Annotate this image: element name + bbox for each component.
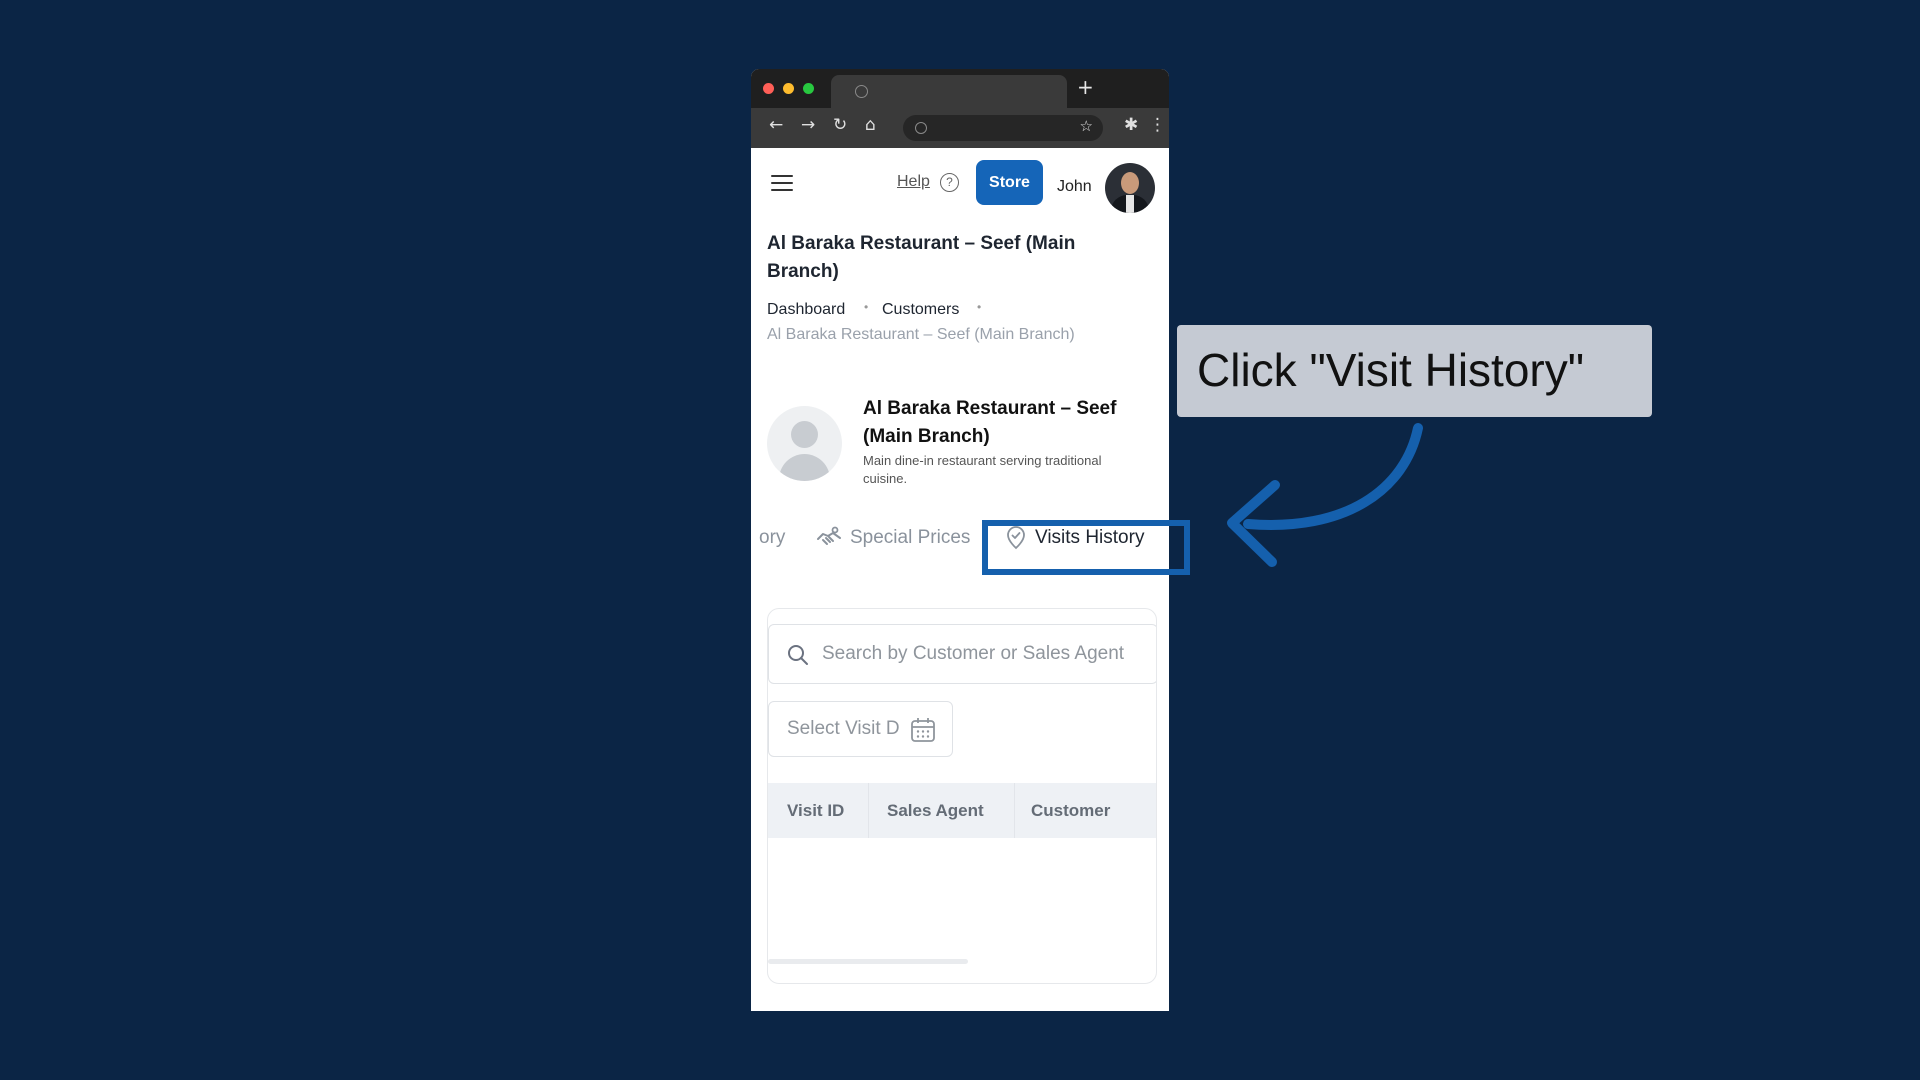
breadcrumb-customers[interactable]: Customers bbox=[882, 301, 959, 319]
customer-description: Main dine-in restaurant serving traditio… bbox=[863, 453, 1102, 486]
forward-arrow-icon[interactable]: → bbox=[801, 115, 815, 135]
breadcrumb-separator: • bbox=[864, 300, 869, 314]
bookmark-star-icon[interactable]: ☆ bbox=[1080, 117, 1093, 135]
calendar-icon[interactable] bbox=[910, 717, 936, 743]
browser-tab-strip: + bbox=[751, 69, 1169, 108]
minimize-window-button[interactable] bbox=[783, 83, 794, 94]
help-circle-icon[interactable]: ? bbox=[940, 173, 959, 192]
back-arrow-icon[interactable]: ← bbox=[769, 115, 783, 135]
breadcrumb-dashboard[interactable]: Dashboard bbox=[767, 301, 845, 319]
column-header-visit-id[interactable]: Visit ID bbox=[787, 801, 844, 821]
customer-name: Al Baraka Restaurant – Seef (Main Branch… bbox=[863, 398, 1117, 447]
maximize-window-button[interactable] bbox=[803, 83, 814, 94]
help-link[interactable]: Help bbox=[897, 173, 930, 191]
highlight-box bbox=[982, 520, 1190, 575]
search-icon bbox=[788, 645, 808, 665]
customer-avatar-placeholder bbox=[767, 406, 842, 481]
callout-text: Click "Visit History" bbox=[1197, 344, 1585, 396]
column-header-sales-agent[interactable]: Sales Agent bbox=[887, 801, 984, 821]
table-header: Visit ID Sales Agent Customer bbox=[768, 783, 1156, 838]
curved-arrow-icon bbox=[1227, 423, 1423, 567]
close-window-button[interactable] bbox=[763, 83, 774, 94]
column-header-customer[interactable]: Customer bbox=[1031, 801, 1110, 821]
store-button[interactable]: Store bbox=[976, 160, 1043, 205]
extensions-icon[interactable]: ✱ bbox=[1124, 115, 1138, 135]
handshake-icon bbox=[817, 526, 841, 545]
tab-label: ory bbox=[759, 527, 786, 548]
site-info-icon[interactable] bbox=[915, 122, 927, 134]
address-bar[interactable]: ☆ bbox=[903, 115, 1103, 141]
tab-special-prices[interactable]: Special Prices bbox=[816, 518, 970, 558]
search-input[interactable]: Search by Customer or Sales Agent bbox=[768, 624, 1156, 684]
horizontal-scrollbar[interactable] bbox=[768, 959, 968, 964]
avatar[interactable] bbox=[1105, 163, 1155, 213]
globe-icon bbox=[855, 85, 868, 98]
new-tab-button[interactable]: + bbox=[1077, 75, 1094, 99]
breadcrumb-current: Al Baraka Restaurant – Seef (Main Branch… bbox=[767, 326, 1075, 343]
tab-partial[interactable]: ory bbox=[759, 518, 785, 558]
visit-date-picker[interactable]: Select Visit Date bbox=[768, 701, 953, 757]
page-title: Al Baraka Restaurant – Seef (Main Branch… bbox=[767, 233, 1076, 282]
date-placeholder: Select Visit Date bbox=[787, 718, 900, 739]
browser-menu-icon[interactable]: ⋮ bbox=[1149, 115, 1166, 135]
breadcrumb-separator: • bbox=[977, 300, 982, 314]
visits-history-panel: Search by Customer or Sales Agent Select… bbox=[767, 608, 1157, 984]
browser-tab[interactable] bbox=[831, 75, 1067, 108]
page-content: Help ? Store John Al Baraka Restaurant –… bbox=[751, 148, 1169, 1011]
tab-label: Special Prices bbox=[850, 527, 971, 548]
search-placeholder: Search by Customer or Sales Agent bbox=[822, 643, 1125, 664]
reload-icon[interactable]: ↻ bbox=[833, 115, 847, 135]
instruction-callout: Click "Visit History" bbox=[1177, 325, 1652, 417]
browser-toolbar: ← → ↻ ⌂ ☆ ✱ ⋮ bbox=[751, 108, 1169, 148]
home-icon[interactable]: ⌂ bbox=[865, 115, 876, 135]
hamburger-menu-icon[interactable] bbox=[771, 175, 793, 196]
user-name[interactable]: John bbox=[1057, 178, 1092, 196]
